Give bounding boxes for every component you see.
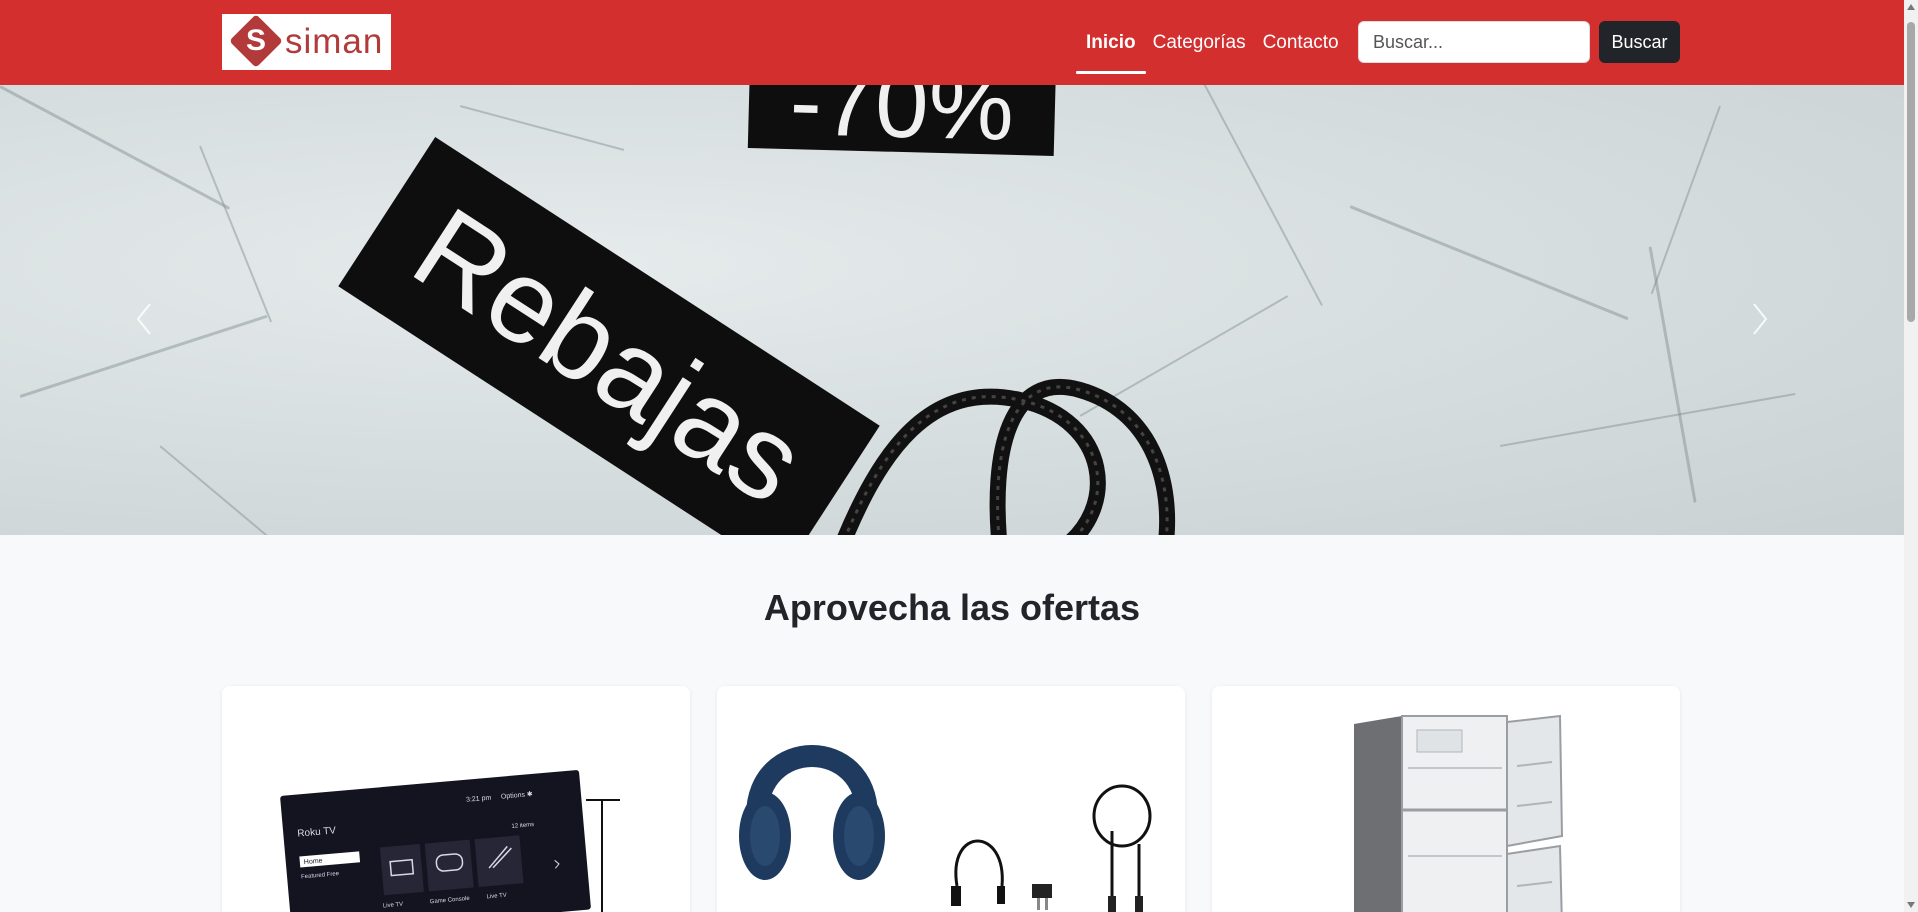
- fridge-door-right: [1506, 714, 1564, 848]
- logo-brand: siman: [285, 22, 384, 61]
- marble-vein: [1199, 85, 1323, 307]
- logo-letter: S: [245, 24, 266, 57]
- marble-vein: [0, 85, 231, 210]
- marble-vein: [199, 145, 273, 323]
- fridge-door-left: [1354, 716, 1402, 912]
- discount-tag: -70%: [747, 85, 1057, 156]
- nav-link-inicio[interactable]: Inicio: [1076, 32, 1146, 74]
- site-logo[interactable]: S siman: [222, 14, 391, 70]
- tv-image: Roku TV 3:21 pm Options ✱ 12 items Home …: [222, 686, 690, 912]
- nav-link-categorias[interactable]: Categorías: [1153, 32, 1246, 54]
- rope-strand: [989, 379, 1176, 535]
- nav-link-contacto[interactable]: Contacto: [1263, 32, 1339, 54]
- offer-card-tv[interactable]: Roku TV 3:21 pm Options ✱ 12 items Home …: [222, 686, 690, 912]
- rebajas-tag: Rebajas: [338, 137, 880, 535]
- chevron-left-icon[interactable]: [126, 290, 160, 348]
- offers-title: Aprovecha las ofertas: [763, 587, 1141, 628]
- navbar: S siman Inicio Categorías Contacto Busca…: [0, 0, 1904, 85]
- search-input[interactable]: [1358, 21, 1590, 63]
- scroll-down-icon[interactable]: [1907, 902, 1915, 908]
- scroll-up-icon[interactable]: [1907, 4, 1915, 10]
- marble-vein: [1349, 205, 1629, 321]
- bag-rope: [837, 379, 1176, 535]
- marble-vein: [459, 105, 625, 151]
- airplane-adapter: [1032, 884, 1052, 898]
- marble-vein: [159, 445, 314, 535]
- offer-card-refrigerator[interactable]: [1212, 686, 1680, 912]
- refrigerator-image: [1212, 686, 1680, 912]
- offer-card-headphones[interactable]: [717, 686, 1185, 912]
- marble-vein: [1650, 105, 1721, 295]
- hero-carousel: -70% Rebajas: [0, 85, 1904, 535]
- chevron-right-icon[interactable]: [1744, 290, 1778, 348]
- nav-links: Inicio Categorías Contacto: [1076, 0, 1356, 85]
- scrollbar-thumb[interactable]: [1907, 22, 1915, 322]
- page-scrollbar[interactable]: [1904, 0, 1918, 912]
- headphones-image: [717, 686, 1185, 912]
- marble-vein: [1499, 392, 1796, 447]
- search-button[interactable]: Buscar: [1599, 21, 1680, 63]
